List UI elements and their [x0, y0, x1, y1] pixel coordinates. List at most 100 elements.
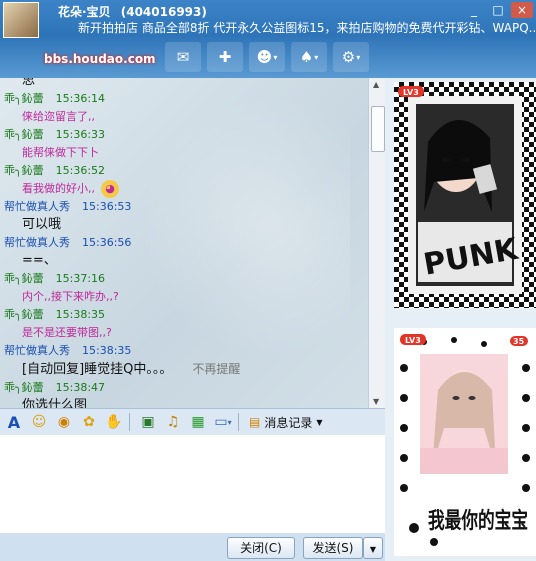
- punk-show-picture: PUNK LV3: [394, 82, 536, 308]
- message-body: 能帮俫做下下卜: [4, 144, 366, 162]
- contact-avatar[interactable]: [3, 2, 39, 38]
- chat-scrollbar[interactable]: ▲ ▼: [368, 78, 386, 408]
- close-window-button[interactable]: ×: [511, 2, 533, 18]
- profile-panel: PUNK LV3 我最你的宝宝 LV3 35: [385, 78, 536, 561]
- message-text: [自动回复]睡觉挂Q中。。。: [22, 362, 173, 377]
- image-icon[interactable]: ▣: [137, 412, 159, 432]
- send-button[interactable]: 发送(S): [303, 537, 363, 559]
- message-header: 帮忙做真人秀 15:38:35: [4, 342, 366, 360]
- chevron-down-icon: ▼: [369, 545, 377, 554]
- message-time: 15:36:14: [55, 92, 106, 105]
- message-sender[interactable]: 乖╮鈊蕾: [4, 164, 44, 177]
- message-time: 15:36:52: [55, 164, 106, 177]
- chat-message: 乖╮鈊蕾 15:38:47 你选什么图: [4, 379, 366, 408]
- minimize-button[interactable]: _: [463, 2, 485, 18]
- font-icon[interactable]: A: [3, 412, 25, 432]
- chevron-down-icon: ▼: [316, 417, 323, 427]
- message-body: [自动回复]睡觉挂Q中。。。 不再提醒: [4, 360, 366, 379]
- girl-card-caption: 我最你的宝宝: [428, 508, 528, 534]
- message-text: 是不是还要带图,,?: [22, 326, 112, 339]
- message-sender[interactable]: 帮忙做真人秀: [4, 200, 70, 213]
- watermark: bbs.houdao.com: [44, 52, 156, 66]
- format-toolbar: A ☺ ◉ ✿ ✋ ▣ ♫ ▦ ▭ ▾ ▤ 消息记录 ▼: [0, 408, 385, 436]
- message-body: 内个,,接下来咋办,,?: [4, 288, 366, 306]
- message-time: 15:38:35: [82, 344, 132, 357]
- message-header: 帮忙做真人秀 15:36:56: [4, 234, 366, 252]
- screenshot-icon[interactable]: ▭ ▾: [212, 412, 234, 432]
- bottom-bar: 关闭(C) 发送(S) ▼: [0, 533, 385, 561]
- scroll-thumb[interactable]: [371, 106, 385, 152]
- message-text: ==、: [22, 253, 57, 268]
- message-text: 能帮俫做下下卜: [22, 146, 99, 159]
- message-text: 内个,,接下来咋办,,?: [22, 290, 119, 303]
- history-label: 消息记录: [264, 415, 313, 430]
- message-header: 乖╮鈊蕾 15:36:14: [4, 90, 366, 108]
- profile-show-image[interactable]: PUNK LV3: [394, 82, 536, 308]
- profile-show-image-2[interactable]: 我最你的宝宝 LV3 35: [394, 328, 536, 556]
- message-header: 乖╮鈊蕾 15:37:16: [4, 270, 366, 288]
- scroll-up-icon[interactable]: ▲: [373, 80, 379, 89]
- contact-signature: 新开拍拍店 商品全部8折 代开永久公益图标15，来拍店购物的免费代开彩钻、WAP…: [78, 21, 536, 35]
- chat-message: 乖╮鈊蕾 15:38:35 是不是还要带图,,?: [4, 306, 366, 342]
- chat-message: 乖╮鈊蕾 15:36:52 看我做的好小,, ◕: [4, 162, 366, 198]
- toolbar-divider: [238, 413, 239, 431]
- message-time: 15:36:33: [55, 128, 106, 141]
- message-time: 15:36:56: [82, 236, 132, 249]
- message-time: 15:36:53: [82, 200, 132, 213]
- message-body: ==、: [4, 252, 366, 270]
- message-header: 乖╮鈊蕾 15:36:33: [4, 126, 366, 144]
- message-body: 思: [4, 78, 366, 90]
- level-badge-2: LV3: [405, 336, 421, 345]
- nickname: 花朵·宝贝: [58, 5, 111, 19]
- message-sender[interactable]: 乖╮鈊蕾: [4, 272, 44, 285]
- message-body: 看我做的好小,, ◕: [4, 180, 366, 198]
- smiley-icon[interactable]: ☺: [28, 412, 50, 432]
- message-sender[interactable]: 乖╮鈊蕾: [4, 381, 44, 394]
- dont-remind-link[interactable]: 不再提醒: [192, 362, 240, 376]
- mail-icon[interactable]: ✉: [165, 42, 201, 72]
- emotion-icon[interactable]: ✿: [78, 412, 100, 432]
- chat-message: 帮忙做真人秀 15:36:53 可以哦: [4, 198, 366, 234]
- message-sender[interactable]: 乖╮鈊蕾: [4, 128, 44, 141]
- window-controls: _ □ ×: [463, 2, 533, 18]
- music-icon[interactable]: ♫: [162, 412, 184, 432]
- maximize-button[interactable]: □: [487, 2, 509, 18]
- settings-icon[interactable]: ⚙ ▾: [333, 42, 369, 72]
- message-sender[interactable]: 帮忙做真人秀: [4, 236, 70, 249]
- level-number: 35: [513, 337, 525, 346]
- close-button[interactable]: 关闭(C): [227, 537, 295, 559]
- chat-message: 帮忙做真人秀 15:38:35 [自动回复]睡觉挂Q中。。。 不再提醒: [4, 342, 366, 379]
- add-app-icon[interactable]: ✚: [207, 42, 243, 72]
- card-game-icon[interactable]: ♠ ▾: [291, 42, 327, 72]
- shake-icon[interactable]: ◉: [53, 412, 75, 432]
- message-time: 15:38:47: [55, 381, 106, 394]
- magic-icon[interactable]: ▦: [187, 412, 209, 432]
- toolbar-divider: [129, 413, 130, 431]
- chat-message: 乖╮鈊蕾 15:37:16 内个,,接下来咋办,,?: [4, 270, 366, 306]
- chat-message: 思: [4, 78, 366, 90]
- message-history-button[interactable]: ▤ 消息记录 ▼: [249, 414, 323, 431]
- message-sender[interactable]: 乖╮鈊蕾: [4, 308, 44, 321]
- chat-message: 乖╮鈊蕾 15:36:33 能帮俫做下下卜: [4, 126, 366, 162]
- message-body: 你选什么图: [4, 397, 366, 408]
- qq-number: (404016993): [120, 5, 207, 19]
- person-icon[interactable]: ☻ ▾: [249, 42, 285, 72]
- message-text: 看我做的好小,,: [22, 182, 95, 195]
- message-sender[interactable]: 乖╮鈊蕾: [4, 92, 44, 105]
- message-body: 是不是还要带图,,?: [4, 324, 366, 342]
- message-header: 帮忙做真人秀 15:36:53: [4, 198, 366, 216]
- message-input[interactable]: [0, 435, 385, 533]
- message-sender[interactable]: 帮忙做真人秀: [4, 344, 70, 357]
- message-list: 思乖╮鈊蕾 15:36:14 俫给迩留言了,, 乖╮鈊蕾 15:36:33 能帮俫做下下卜…: [4, 78, 366, 408]
- message-text: 可以哦: [22, 217, 62, 232]
- scroll-down-icon[interactable]: ▼: [373, 397, 379, 406]
- message-time: 15:37:16: [55, 272, 106, 285]
- level-badge: LV3: [403, 88, 419, 97]
- chat-message: 乖╮鈊蕾 15:36:14 俫给迩留言了,,: [4, 90, 366, 126]
- send-options-button[interactable]: ▼: [363, 537, 383, 559]
- gift-icon[interactable]: ✋: [103, 412, 125, 432]
- smiley-emoji-icon: ◕: [101, 180, 119, 198]
- message-header: 乖╮鈊蕾 15:36:52: [4, 162, 366, 180]
- message-text: 思: [22, 78, 36, 88]
- chat-history[interactable]: 思乖╮鈊蕾 15:36:14 俫给迩留言了,, 乖╮鈊蕾 15:36:33 能帮俫做下下卜…: [0, 78, 368, 408]
